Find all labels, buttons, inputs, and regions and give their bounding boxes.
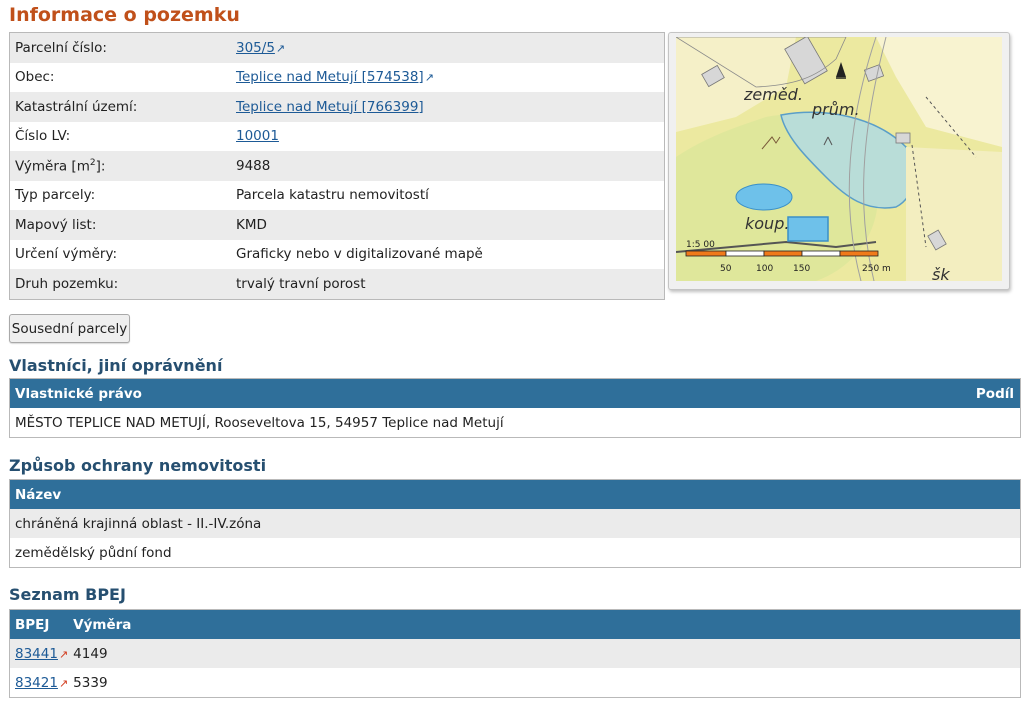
info-row-parcel-number: Parcelní číslo: 305/5↗ xyxy=(9,32,665,63)
neighbor-parcels-button[interactable]: Sousední parcely xyxy=(9,314,130,343)
map-scale-tick: 250 m xyxy=(862,264,891,274)
area-value: 9488 xyxy=(231,151,665,181)
map-scale-tick: 50 xyxy=(720,264,732,274)
info-row-municipality: Obec: Teplice nad Metují [574538]↗ xyxy=(9,62,665,92)
info-row-area: Výměra [m2]: 9488 xyxy=(9,151,665,181)
parcel-number-link[interactable]: 305/5 xyxy=(236,40,275,56)
map-label: šk xyxy=(932,265,950,281)
column-header-name: Název xyxy=(9,479,1021,509)
info-row-parcel-type: Typ parcely: Parcela katastru nemovitost… xyxy=(9,180,665,210)
info-label: Mapový list: xyxy=(9,210,231,240)
map-image[interactable]: zeměd. prům. koup. šk 1:5 00 50 100 150 … xyxy=(676,37,1002,281)
info-label: Výměra [m2]: xyxy=(9,151,231,181)
info-row-area-determination: Určení výměry: Graficky nebo v digitaliz… xyxy=(9,239,665,269)
cadastral-area-link[interactable]: Teplice nad Metují [766399] xyxy=(236,99,424,115)
protection-header: Název xyxy=(9,479,1021,509)
bpej-code-link[interactable]: 83441 xyxy=(15,646,58,662)
info-row-land-type: Druh pozemku: trvalý travní porost xyxy=(9,269,665,299)
info-label: Číslo LV: xyxy=(9,121,231,151)
column-header-bpej: BPEJ xyxy=(9,609,69,639)
external-link-icon[interactable]: ↗ xyxy=(59,677,68,690)
map-label: koup. xyxy=(745,214,789,233)
external-link-icon[interactable]: ↗ xyxy=(276,42,285,55)
area-determination-value: Graficky nebo v digitalizované mapě xyxy=(231,239,665,269)
area-label-text: Výměra [m xyxy=(15,158,90,174)
info-label: Druh pozemku: xyxy=(9,269,231,299)
info-label: Typ parcely: xyxy=(9,180,231,210)
owners-header: Vlastnické právo Podíl xyxy=(9,378,1021,408)
bpej-area-cell: 5339 xyxy=(68,668,1021,698)
owner-cell: MĚSTO TEPLICE NAD METUJÍ, Rooseveltova 1… xyxy=(9,408,1021,438)
map-scale-tick: 100 xyxy=(756,264,773,274)
map-label: zeměd. xyxy=(743,85,803,104)
column-header-ownership: Vlastnické právo xyxy=(9,378,745,408)
owners-table: Vlastnické právo Podíl MĚSTO TEPLICE NAD… xyxy=(9,378,1021,438)
protection-section-title: Způsob ochrany nemovitosti xyxy=(9,456,267,475)
parcel-info-table: Parcelní číslo: 305/5↗ Obec: Teplice nad… xyxy=(9,32,665,300)
parcel-map[interactable]: zeměd. prům. koup. šk 1:5 00 50 100 150 … xyxy=(668,32,1010,290)
bpej-section-title: Seznam BPEJ xyxy=(9,585,126,604)
map-label: prům. xyxy=(811,100,860,119)
column-header-share: Podíl xyxy=(744,378,1021,408)
info-row-cadastral-area: Katastrální území: Teplice nad Metují [7… xyxy=(9,92,665,122)
page-title: Informace o pozemku xyxy=(9,4,240,26)
map-scale-tick: 150 xyxy=(793,264,810,274)
map-scale-label: 1:5 00 xyxy=(686,240,715,250)
protection-cell: zemědělský půdní fond xyxy=(9,538,1021,568)
area-label-end: ]: xyxy=(95,158,106,174)
bpej-header: BPEJ Výměra xyxy=(9,609,1021,639)
table-row: MĚSTO TEPLICE NAD METUJÍ, Rooseveltova 1… xyxy=(9,408,1021,438)
external-link-icon[interactable]: ↗ xyxy=(425,71,434,84)
municipality-link[interactable]: Teplice nad Metují [574538] xyxy=(236,69,424,85)
parcel-type-value: Parcela katastru nemovitostí xyxy=(231,180,665,210)
external-link-icon[interactable]: ↗ xyxy=(59,648,68,661)
lv-number-link[interactable]: 10001 xyxy=(236,128,279,144)
owners-section-title: Vlastníci, jiní oprávnění xyxy=(9,356,223,375)
info-row-map-sheet: Mapový list: KMD xyxy=(9,210,665,240)
protection-cell: chráněná krajinná oblast - II.-IV.zóna xyxy=(9,509,1021,538)
bpej-code-link[interactable]: 83421 xyxy=(15,675,58,691)
info-label: Parcelní číslo: xyxy=(9,32,231,63)
table-row: zemědělský půdní fond xyxy=(9,538,1021,568)
map-sheet-value: KMD xyxy=(231,210,665,240)
info-row-lv-number: Číslo LV: 10001 xyxy=(9,121,665,151)
table-row: 83421↗ 5339 xyxy=(9,668,1021,698)
column-header-area: Výměra xyxy=(68,609,1021,639)
bpej-table: BPEJ Výměra 83441↗ 4149 83421↗ 5339 xyxy=(9,609,1021,698)
info-label: Obec: xyxy=(9,62,231,92)
info-label: Katastrální území: xyxy=(9,92,231,122)
table-row: chráněná krajinná oblast - II.-IV.zóna xyxy=(9,509,1021,538)
land-type-value: trvalý travní porost xyxy=(231,269,665,299)
info-label: Určení výměry: xyxy=(9,239,231,269)
table-row: 83441↗ 4149 xyxy=(9,639,1021,668)
bpej-area-cell: 4149 xyxy=(68,639,1021,668)
protection-table: Název chráněná krajinná oblast - II.-IV.… xyxy=(9,479,1021,568)
